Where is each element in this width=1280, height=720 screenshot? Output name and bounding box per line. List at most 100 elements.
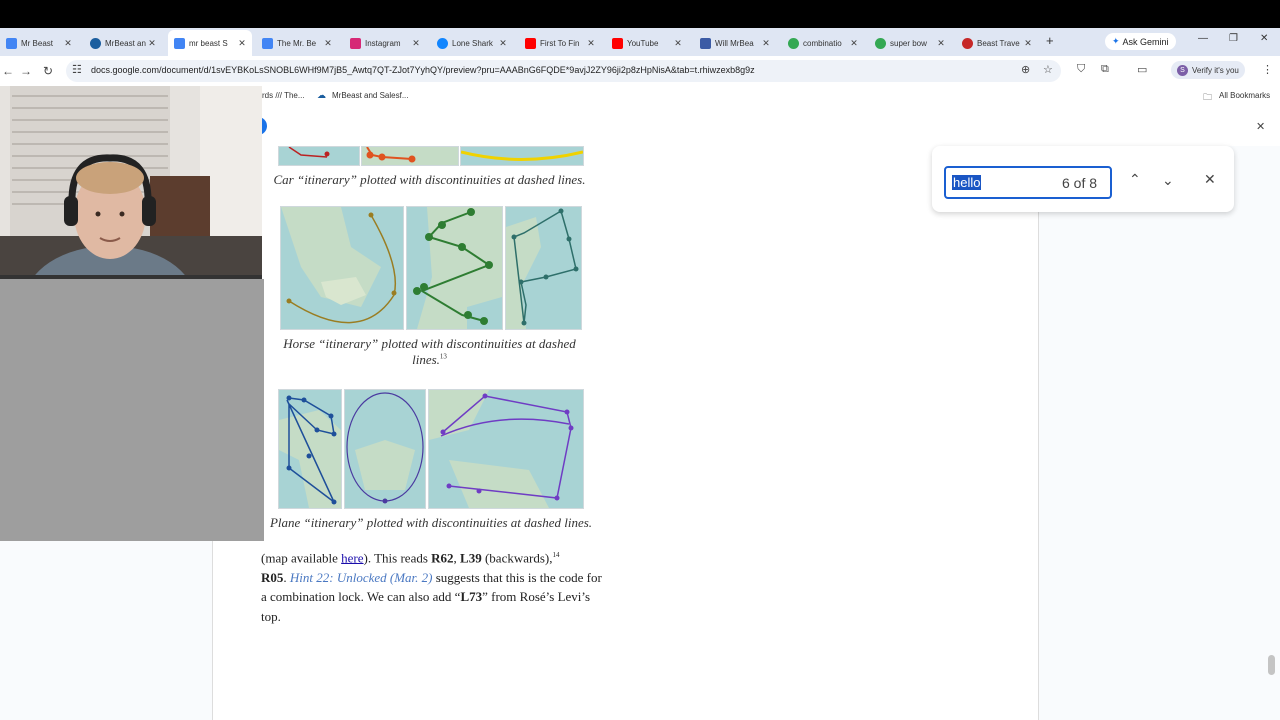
car-route-svg [461,150,583,161]
instagram-icon [350,37,361,49]
plane-route-svg [429,390,574,508]
find-match-count: 6 of 8 [1062,175,1098,191]
plane-map-3 [428,389,584,509]
car-route-svg [288,147,330,158]
tab-11[interactable]: Beast Trave ✕ [956,32,1038,54]
web-icon [962,37,973,49]
horse-map-2 [406,206,503,330]
tab-label: super bow [890,38,927,48]
car-route-svg [366,147,416,163]
close-icon[interactable]: ✕ [585,38,597,49]
back-icon[interactable]: ← [2,64,14,78]
tab-7[interactable]: YouTube ✕ [606,32,688,54]
maximize-icon[interactable]: ❐ [1229,33,1238,44]
tab-label: Instagram [365,38,401,48]
tab-10[interactable]: super bow ✕ [869,32,951,54]
verify-label: Verify it's you [1192,65,1239,75]
docs-icon [174,37,185,49]
code-l73: L73 [460,589,483,605]
text-run: (map available [261,550,342,566]
reload-icon[interactable]: ↻ [43,64,53,78]
salesforce-icon [90,37,101,49]
google-icon [875,37,886,49]
horse-caption-line2: lines. [412,352,440,367]
sparkle-icon: ✦ [1112,36,1120,46]
close-icon[interactable]: ✕ [848,38,860,49]
tab-4[interactable]: Instagram ✕ [344,32,426,54]
url-text[interactable]: docs.google.com/document/d/1svEYBKoLsSNO… [91,65,755,75]
find-close-icon[interactable]: ✕ [1204,171,1216,188]
close-icon[interactable]: ✕ [146,38,158,49]
close-icon[interactable]: ✕ [410,38,422,49]
tab-6[interactable]: First To Fin ✕ [519,32,601,54]
tab-label: combinatio [803,38,842,48]
horse-caption-line1: Horse “itinerary” plotted with discontin… [283,336,576,351]
tab-label: mr beast S [189,38,228,48]
shield-icon[interactable]: ⛉ [1077,63,1085,76]
tab-1[interactable]: MrBeast an ✕ [84,32,162,54]
webcam-overlay [0,86,262,279]
ask-gemini-label: Ask Gemini [1122,36,1169,47]
horse-map-1 [280,206,404,330]
avatar: S [1177,64,1188,76]
close-icon[interactable]: ✕ [236,38,248,49]
tab-2[interactable]: mr beast S ✕ [168,30,252,56]
plane-route-svg [346,392,424,504]
tab-0[interactable]: Mr Beast ✕ [0,32,78,54]
find-query-text[interactable]: hello [952,175,982,190]
car-map-3 [460,146,584,166]
bluesky-icon [437,37,448,49]
forward-icon[interactable]: → [20,64,32,78]
window-close-icon[interactable]: ✕ [1260,33,1268,44]
close-icon[interactable]: ✕ [1022,38,1034,49]
tab-label: Lone Shark [452,38,493,48]
all-bookmarks-link[interactable]: All Bookmarks [1219,91,1270,100]
footnote-14[interactable]: 14 [552,551,559,559]
plane-map-1 [278,389,342,509]
scrollbar-thumb[interactable] [1268,655,1275,675]
site-info-icon[interactable]: ☷ [72,63,82,76]
verify-profile-button[interactable]: S Verify it's you [1171,61,1245,79]
minimize-icon[interactable]: — [1198,33,1208,44]
web-icon [700,37,711,49]
tab-3[interactable]: The Mr. Be ✕ [256,32,338,54]
find-previous-icon[interactable]: ⌃ [1129,171,1141,188]
close-icon[interactable]: ✕ [672,38,684,49]
youtube-icon [525,37,536,49]
find-next-icon[interactable]: ⌄ [1162,172,1174,189]
here-link[interactable]: here [341,550,363,565]
car-map-2 [361,146,459,166]
body-paragraph: (map available here). This reads R62, L3… [261,546,606,626]
folder-icon: 🗀 [1203,92,1213,102]
extensions-icon[interactable]: ⧉ [1101,63,1109,76]
ask-gemini-button[interactable]: ✦ Ask Gemini [1105,33,1176,50]
top-black-bar [0,0,1280,28]
tab-label: YouTube [627,38,659,48]
plane-map-2 [344,389,426,509]
new-tab-icon[interactable]: + [1046,33,1054,48]
side-panel-icon[interactable]: ▭ [1137,63,1147,76]
banner-close-icon[interactable]: ✕ [1256,120,1265,133]
close-icon[interactable]: ✕ [935,38,947,49]
horse-route-svg [506,208,579,329]
hint-22-link[interactable]: Hint 22: Unlocked (Mar. 2) [290,570,433,585]
close-icon[interactable]: ✕ [497,38,509,49]
horse-route-svg [281,207,397,324]
webcam-image [0,86,262,279]
bookmark-item[interactable]: rds /// The... [262,91,305,100]
tab-label: Beast Trave [977,38,1020,48]
menu-icon[interactable]: ⋮ [1262,63,1273,76]
footnote-13[interactable]: 13 [440,353,447,361]
zoom-icon[interactable]: ⊕ [1021,63,1030,76]
tab-8[interactable]: Will MrBea ✕ [694,32,776,54]
close-icon[interactable]: ✕ [760,38,772,49]
tab-9[interactable]: combinatio ✕ [782,32,864,54]
bookmark-star-icon[interactable]: ☆ [1043,63,1053,76]
plane-caption: Plane “itinerary” plotted with discontin… [269,515,593,530]
gray-overlay-panel [0,279,264,541]
bookmark-item[interactable]: MrBeast and Salesf... [332,91,408,100]
close-icon[interactable]: ✕ [322,38,334,49]
tab-5[interactable]: Lone Shark ✕ [431,32,513,54]
tab-label: Will MrBea [715,38,754,48]
close-icon[interactable]: ✕ [62,38,74,49]
